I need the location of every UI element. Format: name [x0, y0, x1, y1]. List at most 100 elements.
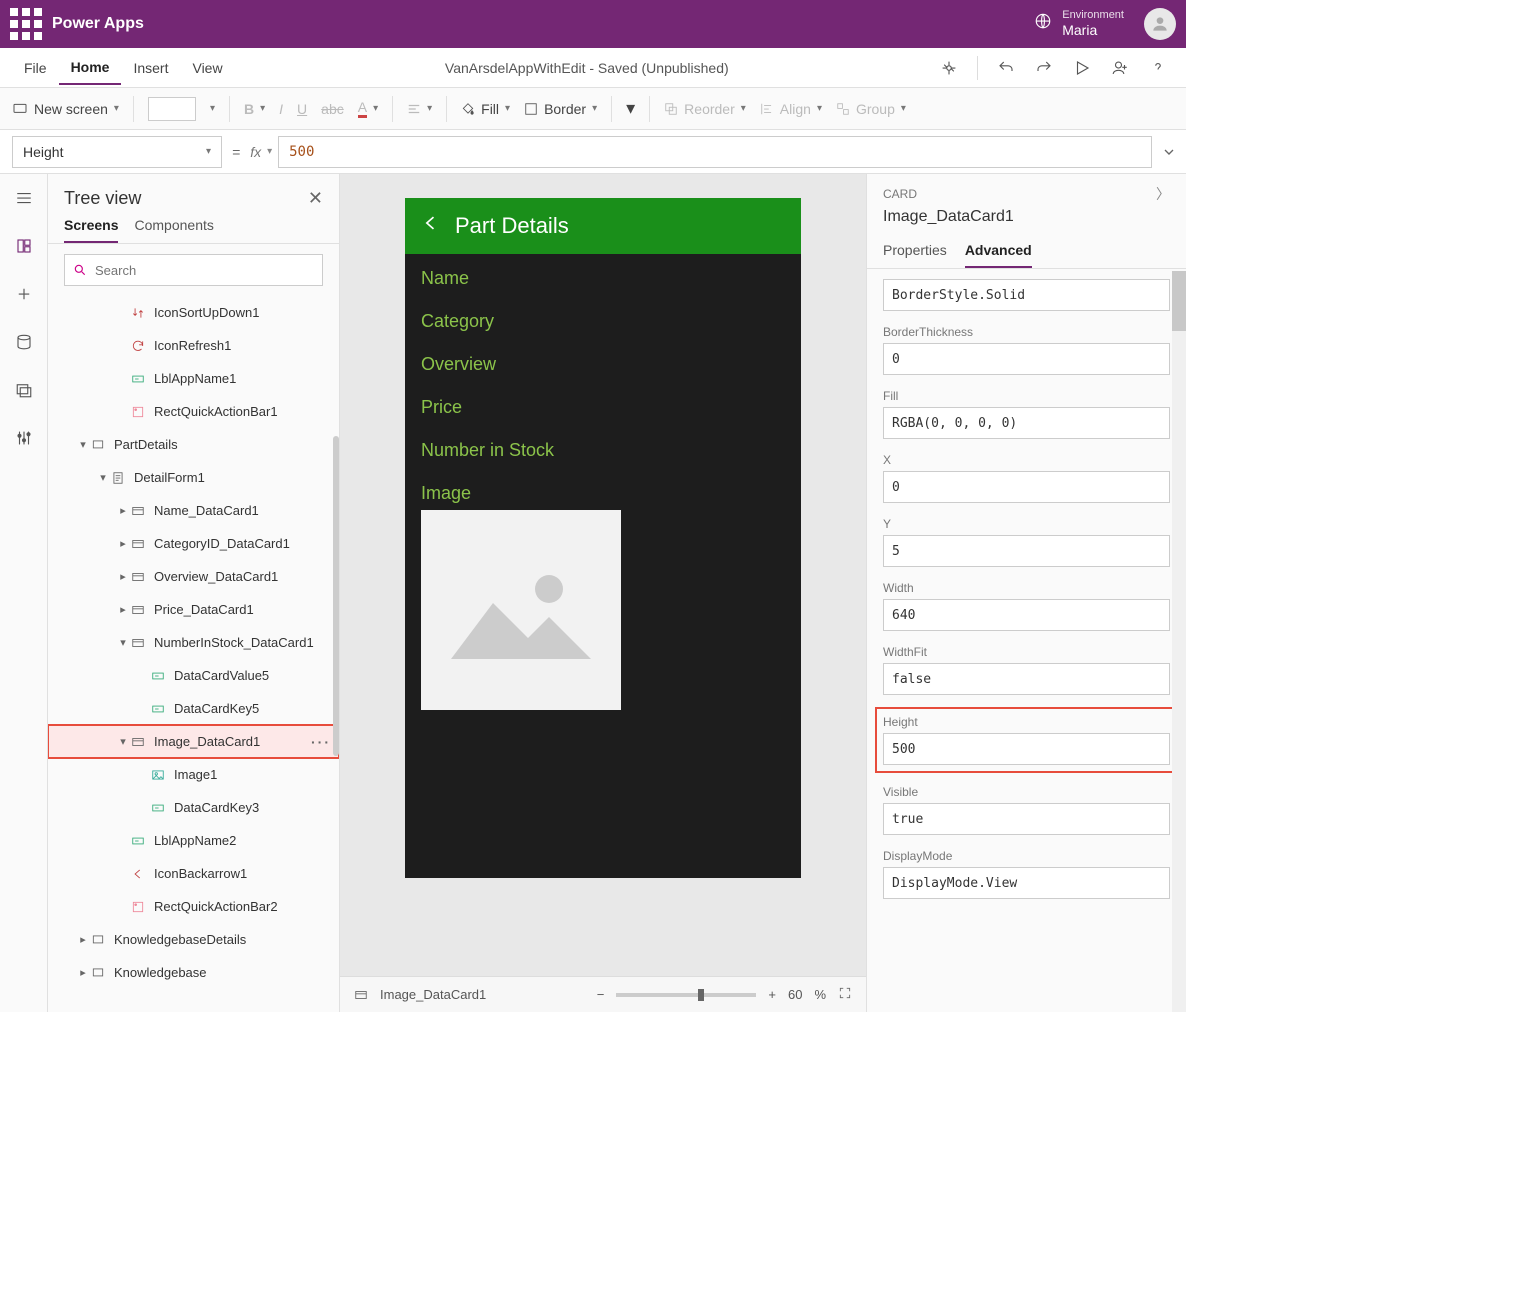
zoom-in-button[interactable]: +	[768, 987, 776, 1002]
tree-item[interactable]: DataCardKey5	[48, 692, 339, 725]
tree-item[interactable]: DataCardKey3	[48, 791, 339, 824]
tree-item[interactable]: RectQuickActionBar1	[48, 395, 339, 428]
chevron-icon[interactable]: ▾	[116, 735, 130, 748]
undo-icon[interactable]	[996, 58, 1016, 78]
italic-button[interactable]: I	[279, 101, 283, 117]
fill-button[interactable]: Fill▾	[461, 101, 510, 117]
tree-item[interactable]: ▾NumberInStock_DataCard1	[48, 626, 339, 659]
bold-button[interactable]: B▾	[244, 101, 265, 117]
insert-icon[interactable]	[12, 282, 36, 306]
tree-item[interactable]: ▸CategoryID_DataCard1	[48, 527, 339, 560]
expand-formula-icon[interactable]	[1152, 144, 1186, 160]
menu-insert[interactable]: Insert	[121, 52, 180, 84]
property-input[interactable]	[883, 535, 1170, 567]
tree-item[interactable]: IconBackarrow1	[48, 857, 339, 890]
fx-icon[interactable]: fx	[250, 144, 261, 160]
more-button[interactable]: ▾	[626, 98, 635, 119]
tab-properties[interactable]: Properties	[883, 234, 947, 268]
environment-picker[interactable]: Environment Maria	[1034, 9, 1124, 39]
reorder-button[interactable]: Reorder▾	[664, 101, 746, 117]
tree-item[interactable]: IconRefresh1	[48, 329, 339, 362]
underline-button[interactable]: U	[297, 101, 307, 117]
group-button[interactable]: Group▾	[836, 101, 906, 117]
media-icon[interactable]	[12, 378, 36, 402]
zoom-slider[interactable]	[616, 993, 756, 997]
property-input[interactable]	[883, 663, 1170, 695]
chevron-icon[interactable]: ▸	[116, 537, 130, 550]
tree-item[interactable]: Image1	[48, 758, 339, 791]
property-input[interactable]	[883, 471, 1170, 503]
property-input[interactable]	[883, 407, 1170, 439]
property-input[interactable]	[883, 343, 1170, 375]
tree-list[interactable]: IconSortUpDown1IconRefresh1LblAppName1Re…	[48, 296, 339, 1012]
fit-screen-icon[interactable]	[838, 986, 852, 1003]
tree-view-icon[interactable]	[12, 234, 36, 258]
waffle-icon[interactable]	[10, 8, 42, 40]
chevron-icon[interactable]: ▸	[116, 570, 130, 583]
property-input[interactable]	[883, 733, 1170, 765]
property-input[interactable]	[883, 867, 1170, 899]
property-input[interactable]	[883, 279, 1170, 311]
tree-item[interactable]: ▾PartDetails	[48, 428, 339, 461]
tree-item[interactable]: ▸Knowledgebase	[48, 956, 339, 989]
formula-input[interactable]	[278, 136, 1152, 168]
border-button[interactable]: Border▾	[524, 101, 597, 117]
play-icon[interactable]	[1072, 58, 1092, 78]
hamburger-icon[interactable]	[12, 186, 36, 210]
font-color-button[interactable]: A▾	[358, 99, 378, 118]
align-button[interactable]: Align▾	[760, 101, 822, 117]
menu-home[interactable]: Home	[59, 51, 122, 85]
canvas-stage[interactable]: Part Details Name Category Overview Pric…	[340, 174, 866, 976]
more-icon[interactable]: ···	[311, 734, 331, 750]
theme-color-box[interactable]	[148, 97, 196, 121]
tree-item[interactable]: LblAppName2	[48, 824, 339, 857]
tree-item[interactable]: ▸Overview_DataCard1	[48, 560, 339, 593]
text-align-button[interactable]: ▾	[407, 102, 432, 116]
close-icon[interactable]: ✕	[308, 188, 323, 209]
tree-item[interactable]: RectQuickActionBar2	[48, 890, 339, 923]
chevron-icon[interactable]: ▾	[116, 636, 130, 649]
zoom-out-button[interactable]: −	[597, 987, 605, 1002]
data-icon[interactable]	[12, 330, 36, 354]
properties-body[interactable]: BorderThicknessFillXYWidthWidthFitHeight…	[867, 269, 1186, 1012]
back-arrow-icon[interactable]	[421, 212, 441, 240]
property-selector[interactable]: Height ▾	[12, 136, 222, 168]
tree-item[interactable]: ▸Price_DataCard1	[48, 593, 339, 626]
share-icon[interactable]	[1110, 58, 1130, 78]
tree-item[interactable]: ▸KnowledgebaseDetails	[48, 923, 339, 956]
property-input[interactable]	[883, 803, 1170, 835]
property-input[interactable]	[883, 599, 1170, 631]
tab-advanced[interactable]: Advanced	[965, 234, 1032, 268]
props-scrollbar[interactable]	[1172, 271, 1186, 1012]
chevron-icon[interactable]: ▸	[116, 504, 130, 517]
tree-item[interactable]: LblAppName1	[48, 362, 339, 395]
advanced-tools-icon[interactable]	[12, 426, 36, 450]
chevron-icon[interactable]: ▾	[96, 471, 110, 484]
tab-components[interactable]: Components	[134, 217, 213, 243]
chevron-icon[interactable]: ▸	[76, 933, 90, 946]
chevron-down-icon[interactable]: ▾	[210, 103, 215, 114]
tree-item[interactable]: ▸Name_DataCard1	[48, 494, 339, 527]
strikethrough-button[interactable]: abc	[321, 101, 344, 117]
chevron-icon[interactable]: ▸	[76, 966, 90, 979]
tree-item[interactable]: ▾DetailForm1	[48, 461, 339, 494]
menu-file[interactable]: File	[12, 52, 59, 84]
breadcrumb[interactable]: Image_DataCard1	[380, 987, 486, 1002]
user-avatar[interactable]	[1144, 8, 1176, 40]
search-input[interactable]	[64, 254, 323, 286]
menu-view[interactable]: View	[180, 52, 234, 84]
redo-icon[interactable]	[1034, 58, 1054, 78]
tree-scrollbar[interactable]	[333, 436, 339, 756]
help-icon[interactable]	[1148, 58, 1168, 78]
app-checker-icon[interactable]	[939, 58, 959, 78]
chevron-icon[interactable]: ▸	[116, 603, 130, 616]
tab-screens[interactable]: Screens	[64, 217, 118, 243]
chevron-down-icon[interactable]: ▾	[267, 146, 272, 157]
tree-item[interactable]: ▾Image_DataCard1···	[48, 725, 339, 758]
tree-item[interactable]: DataCardValue5	[48, 659, 339, 692]
tree-item[interactable]: IconSortUpDown1	[48, 296, 339, 329]
selection-type: CARD	[883, 187, 917, 201]
chevron-icon[interactable]: ▾	[76, 438, 90, 451]
chevron-right-icon[interactable]: 〉	[1156, 184, 1170, 204]
new-screen-button[interactable]: New screen ▾	[12, 101, 119, 117]
